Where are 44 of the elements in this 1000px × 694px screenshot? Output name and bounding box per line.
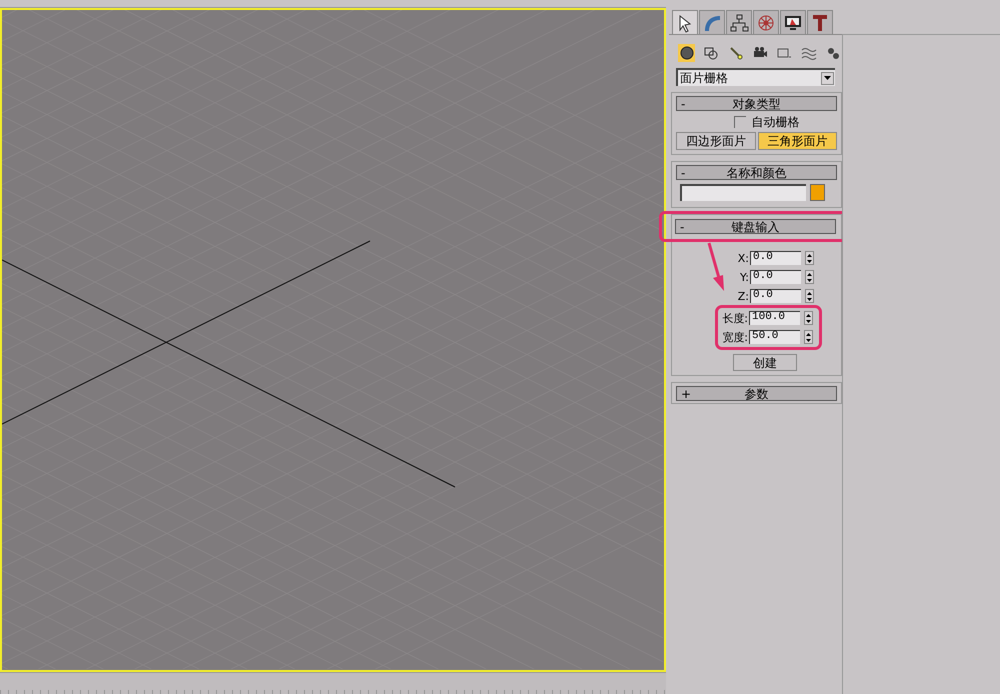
light-icon — [728, 45, 744, 61]
color-swatch[interactable] — [810, 184, 825, 201]
toggle-button[interactable]: 四边形面片 — [676, 132, 756, 150]
number-field[interactable]: 50.0 — [749, 330, 800, 344]
type-dropdown[interactable]: 面片栅格 — [676, 68, 835, 86]
rollout-title: 键盘输入 — [730, 220, 780, 232]
spinner-arrows-icon[interactable] — [804, 330, 813, 344]
rollout-title: 名称和颜色 — [726, 166, 788, 178]
command-tab[interactable] — [672, 10, 698, 34]
name-field[interactable] — [680, 184, 806, 201]
field-label: X: — [738, 252, 749, 264]
number-field[interactable]: 0.0 — [750, 289, 801, 303]
command-tab[interactable] — [726, 10, 752, 34]
field-label: 宽度: — [722, 332, 748, 342]
rollout-header[interactable]: - 对象类型 — [676, 96, 837, 111]
toggle-button[interactable]: 三角形面片 — [758, 132, 837, 150]
rollout-toggle: - — [676, 220, 696, 232]
field-label: Y: — [740, 272, 749, 282]
command-tab[interactable] — [780, 10, 806, 34]
wave-icon — [800, 45, 817, 61]
hierarchy-icon — [729, 12, 749, 32]
field-label: Z: — [738, 290, 749, 302]
number-field[interactable]: 0.0 — [750, 270, 801, 284]
number-field[interactable]: 100.0 — [749, 311, 800, 325]
spinner-arrows-icon[interactable] — [804, 311, 813, 325]
shape-icon — [703, 45, 720, 61]
rollout-header[interactable]: - 键盘输入 — [675, 219, 836, 234]
checkbox-label: 自动栅格 — [752, 114, 800, 131]
spinner-arrows-icon[interactable] — [805, 289, 814, 303]
rollout-header[interactable]: - 名称和颜色 — [676, 165, 837, 180]
spinner-arrows-icon[interactable] — [805, 251, 814, 265]
rollout-header[interactable]: + 参数 — [676, 386, 837, 401]
rollout-toggle: + — [677, 388, 697, 400]
rollout-title: 对象类型 — [732, 98, 782, 110]
sphere-icon — [678, 45, 695, 61]
field-label: 长度: — [722, 312, 748, 324]
spinner-arrows-icon[interactable] — [805, 270, 814, 284]
wheel-icon — [756, 12, 776, 32]
rollout-toggle: - — [677, 166, 697, 178]
number-field[interactable]: 0.0 — [750, 251, 801, 265]
create-button[interactable]: 创建 — [733, 354, 797, 371]
rollout-toggle: - — [677, 98, 697, 110]
rollout-title: 参数 — [744, 388, 770, 400]
category-button[interactable] — [678, 44, 696, 62]
